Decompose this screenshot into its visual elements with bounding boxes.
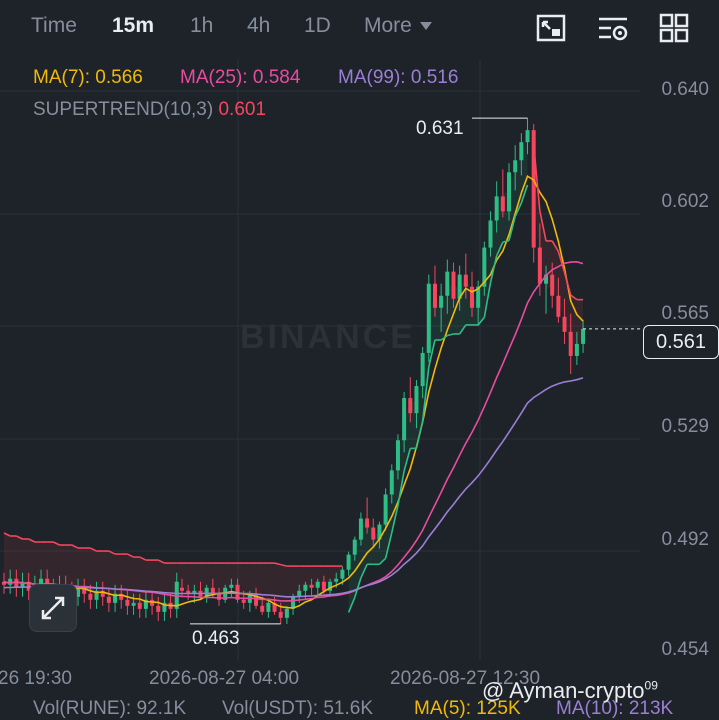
- candle-body: [106, 596, 111, 603]
- price-tick: 0.492: [661, 529, 709, 550]
- candle-body: [445, 271, 450, 296]
- candle-body: [463, 274, 468, 287]
- candle-body: [346, 554, 351, 570]
- candle-body: [469, 286, 474, 308]
- supertrend-fill: [152, 560, 159, 606]
- candle-body: [241, 599, 246, 603]
- price-tick: 0.529: [661, 416, 709, 437]
- candle-body: [340, 569, 345, 579]
- expand-icon: [41, 596, 65, 620]
- price-tick: 0.565: [661, 303, 709, 324]
- candle-body: [451, 271, 456, 299]
- candle-body: [568, 331, 573, 356]
- candle-body: [426, 283, 431, 353]
- candle-body: [500, 196, 505, 212]
- price-markers: [190, 117, 643, 625]
- credit-text: @ Ayman-crypto: [482, 678, 645, 703]
- candle-body: [402, 398, 407, 441]
- supertrend-fill: [41, 542, 48, 585]
- supertrend-fill: [4, 532, 11, 585]
- candle-body: [414, 386, 419, 414]
- supertrend-fill: [194, 563, 201, 594]
- candle-body: [494, 196, 499, 221]
- candle-body: [519, 142, 524, 161]
- candle-body: [217, 593, 222, 600]
- candle-body: [334, 578, 339, 582]
- candle-body: [383, 494, 388, 525]
- candle-body: [389, 470, 394, 495]
- candle-body: [309, 584, 314, 588]
- high-price-marker: 0.631: [416, 118, 464, 139]
- candle-body: [229, 584, 234, 588]
- candle-body: [358, 518, 363, 540]
- candle-body: [581, 328, 586, 344]
- ma25-label: MA(25): 0.584: [180, 67, 301, 88]
- candle-body: [562, 316, 567, 332]
- supertrend-fill: [121, 554, 128, 600]
- candle-body: [315, 581, 320, 588]
- candle-body: [574, 343, 579, 356]
- candle-body: [352, 539, 357, 555]
- candle-body: [125, 599, 130, 606]
- candle-body: [507, 172, 512, 212]
- volume-rune: Vol(RUNE): 92.1K: [33, 698, 187, 719]
- time-tick: 26 19:30: [0, 668, 72, 689]
- candle-body: [278, 611, 283, 618]
- candle-body: [260, 605, 265, 612]
- supertrend-fill: [102, 551, 109, 597]
- candle-body: [88, 593, 93, 600]
- ma7-label: MA(7): 0.566: [33, 67, 143, 88]
- supertrend-value: 0.601: [218, 99, 267, 120]
- candle-body: [371, 527, 376, 540]
- supertrend-fill: [188, 563, 195, 594]
- candle-body: [439, 295, 444, 308]
- candle-body: [156, 605, 161, 612]
- price-tick: 0.640: [661, 79, 709, 100]
- time-tick: 2026-08-27 04:00: [149, 668, 300, 689]
- credit-sup: 09: [644, 678, 658, 693]
- supertrend-fill: [10, 535, 17, 585]
- candle-body: [395, 440, 400, 471]
- candle-body: [365, 518, 370, 528]
- candle-body: [432, 283, 437, 308]
- candle-body: [550, 274, 555, 296]
- volume-usdt: Vol(USDT): 51.6K: [222, 698, 373, 719]
- supertrend-label: SUPERTREND(10,3) 0.601: [33, 99, 266, 121]
- author-credit: @ Ayman-crypto09: [482, 678, 658, 704]
- candle-body: [513, 160, 518, 173]
- supertrend-fill: [22, 539, 29, 588]
- candle-body: [284, 608, 289, 618]
- low-price-marker: 0.463: [192, 628, 240, 649]
- ma99-label: MA(99): 0.516: [338, 67, 459, 88]
- candle-body: [137, 602, 142, 609]
- supertrend-name: SUPERTREND(10,3): [33, 99, 214, 120]
- candle-body: [488, 220, 493, 248]
- supertrend-fill: [262, 563, 269, 609]
- candle-body: [537, 247, 542, 284]
- candle-body: [321, 581, 326, 591]
- candle-body: [408, 398, 413, 414]
- candle-body: [131, 602, 136, 606]
- candle-body: [303, 584, 308, 591]
- candle-body: [525, 130, 530, 143]
- expand-chart-button[interactable]: [29, 584, 77, 632]
- price-tick: 0.454: [661, 639, 709, 660]
- candle-body: [266, 602, 271, 612]
- candle-body: [420, 352, 425, 387]
- candle-body: [556, 295, 561, 317]
- price-tick: 0.602: [661, 191, 709, 212]
- candle-body: [180, 587, 184, 591]
- current-price-label: 0.561: [643, 325, 719, 359]
